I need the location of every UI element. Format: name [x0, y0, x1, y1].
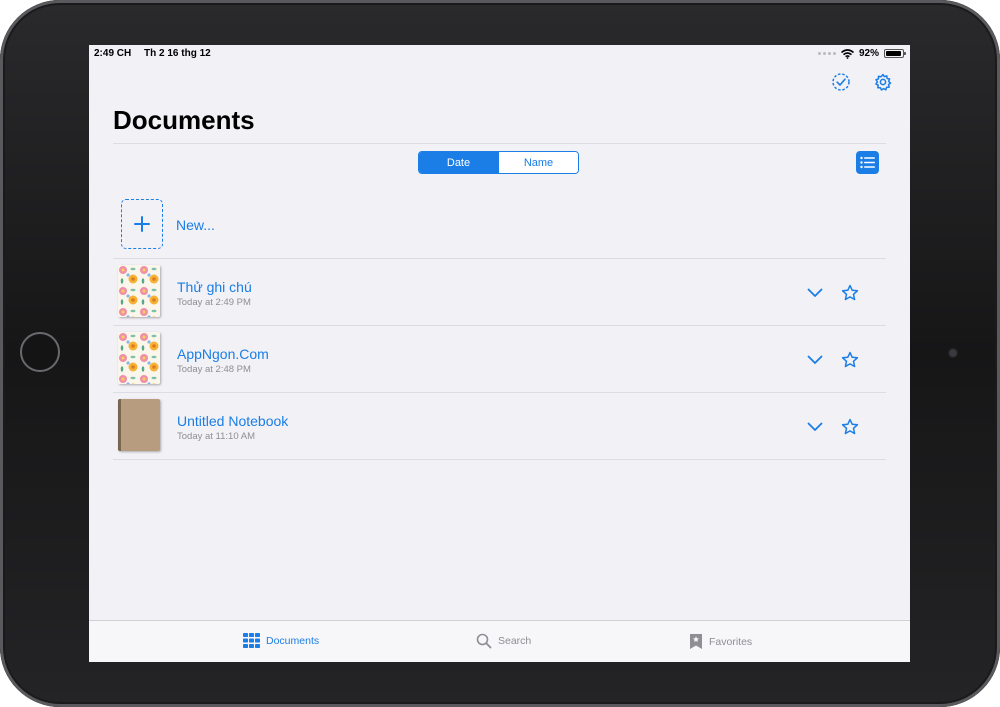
tab-favorites-label: Favorites [709, 635, 753, 648]
sort-segmented-control: Date Name [418, 151, 579, 174]
tab-search[interactable]: Search [476, 633, 531, 649]
home-button[interactable] [20, 332, 60, 372]
document-cover-thumbnail [118, 265, 160, 317]
document-row[interactable]: Untitled Notebook Today at 11:10 AM [113, 393, 886, 459]
document-modified-time: Today at 11:10 AM [177, 431, 255, 442]
status-time: 2:49 CH [94, 48, 132, 59]
tab-documents-label: Documents [266, 634, 320, 647]
plus-icon [134, 216, 150, 232]
document-options-button[interactable] [804, 416, 826, 438]
document-cover-thumbnail [118, 399, 160, 451]
chevron-down-icon [807, 355, 823, 364]
bookmark-star-icon [690, 634, 702, 649]
status-right: 92% [817, 48, 906, 59]
battery-percent: 92% [858, 48, 879, 59]
document-row[interactable]: Thử ghi chú Today at 2:49 PM [113, 259, 886, 325]
cellular-signal-icon [817, 52, 836, 55]
favorite-button[interactable] [839, 282, 861, 304]
view-mode-button[interactable] [856, 151, 879, 174]
document-modified-time: Today at 2:48 PM [177, 364, 251, 375]
tab-documents[interactable]: Documents [243, 633, 319, 648]
status-date: Th 2 16 thg 12 [144, 48, 211, 59]
new-document-button[interactable]: New... [113, 195, 886, 257]
star-icon [841, 284, 859, 301]
favorite-button[interactable] [839, 416, 861, 438]
chevron-down-icon [807, 422, 823, 431]
screen: 2:49 CH Th 2 16 thg 12 92% Documents Dat… [89, 45, 910, 662]
document-title: Thử ghi chú [177, 279, 252, 295]
row-divider [113, 459, 886, 460]
favorite-button[interactable] [839, 349, 861, 371]
new-document-tile [121, 199, 163, 249]
search-icon [476, 633, 492, 649]
document-options-button[interactable] [804, 282, 826, 304]
list-icon [860, 156, 875, 169]
checkmark-circle-dashed-icon [832, 73, 850, 91]
battery-fill [886, 51, 901, 56]
document-row[interactable]: AppNgon.Com Today at 2:48 PM [113, 326, 886, 392]
page-title: Documents [113, 105, 255, 135]
grid-icon [243, 633, 260, 648]
star-icon [841, 418, 859, 435]
sort-date-segment[interactable]: Date [419, 152, 498, 173]
gear-icon [875, 73, 892, 91]
wifi-icon [840, 48, 854, 59]
front-camera [948, 348, 958, 358]
document-modified-time: Today at 2:49 PM [177, 297, 251, 308]
select-button[interactable] [830, 71, 852, 93]
sort-name-segment[interactable]: Name [498, 152, 578, 173]
document-cover-thumbnail [118, 332, 160, 384]
tab-favorites[interactable]: Favorites [689, 633, 752, 650]
battery-icon [884, 49, 906, 58]
ipad-frame: 2:49 CH Th 2 16 thg 12 92% Documents Dat… [0, 0, 1000, 707]
new-document-label: New... [176, 217, 215, 233]
tab-bar: Documents Search Favorites [89, 620, 910, 662]
title-divider [113, 143, 886, 144]
status-bar: 2:49 CH Th 2 16 thg 12 92% [89, 45, 910, 63]
status-left: 2:49 CH Th 2 16 thg 12 [94, 48, 221, 59]
tab-search-label: Search [498, 635, 532, 647]
document-title: AppNgon.Com [177, 346, 269, 362]
star-icon [841, 351, 859, 368]
settings-button[interactable] [872, 71, 894, 93]
document-title: Untitled Notebook [177, 413, 289, 429]
chevron-down-icon [807, 288, 823, 297]
document-options-button[interactable] [804, 349, 826, 371]
